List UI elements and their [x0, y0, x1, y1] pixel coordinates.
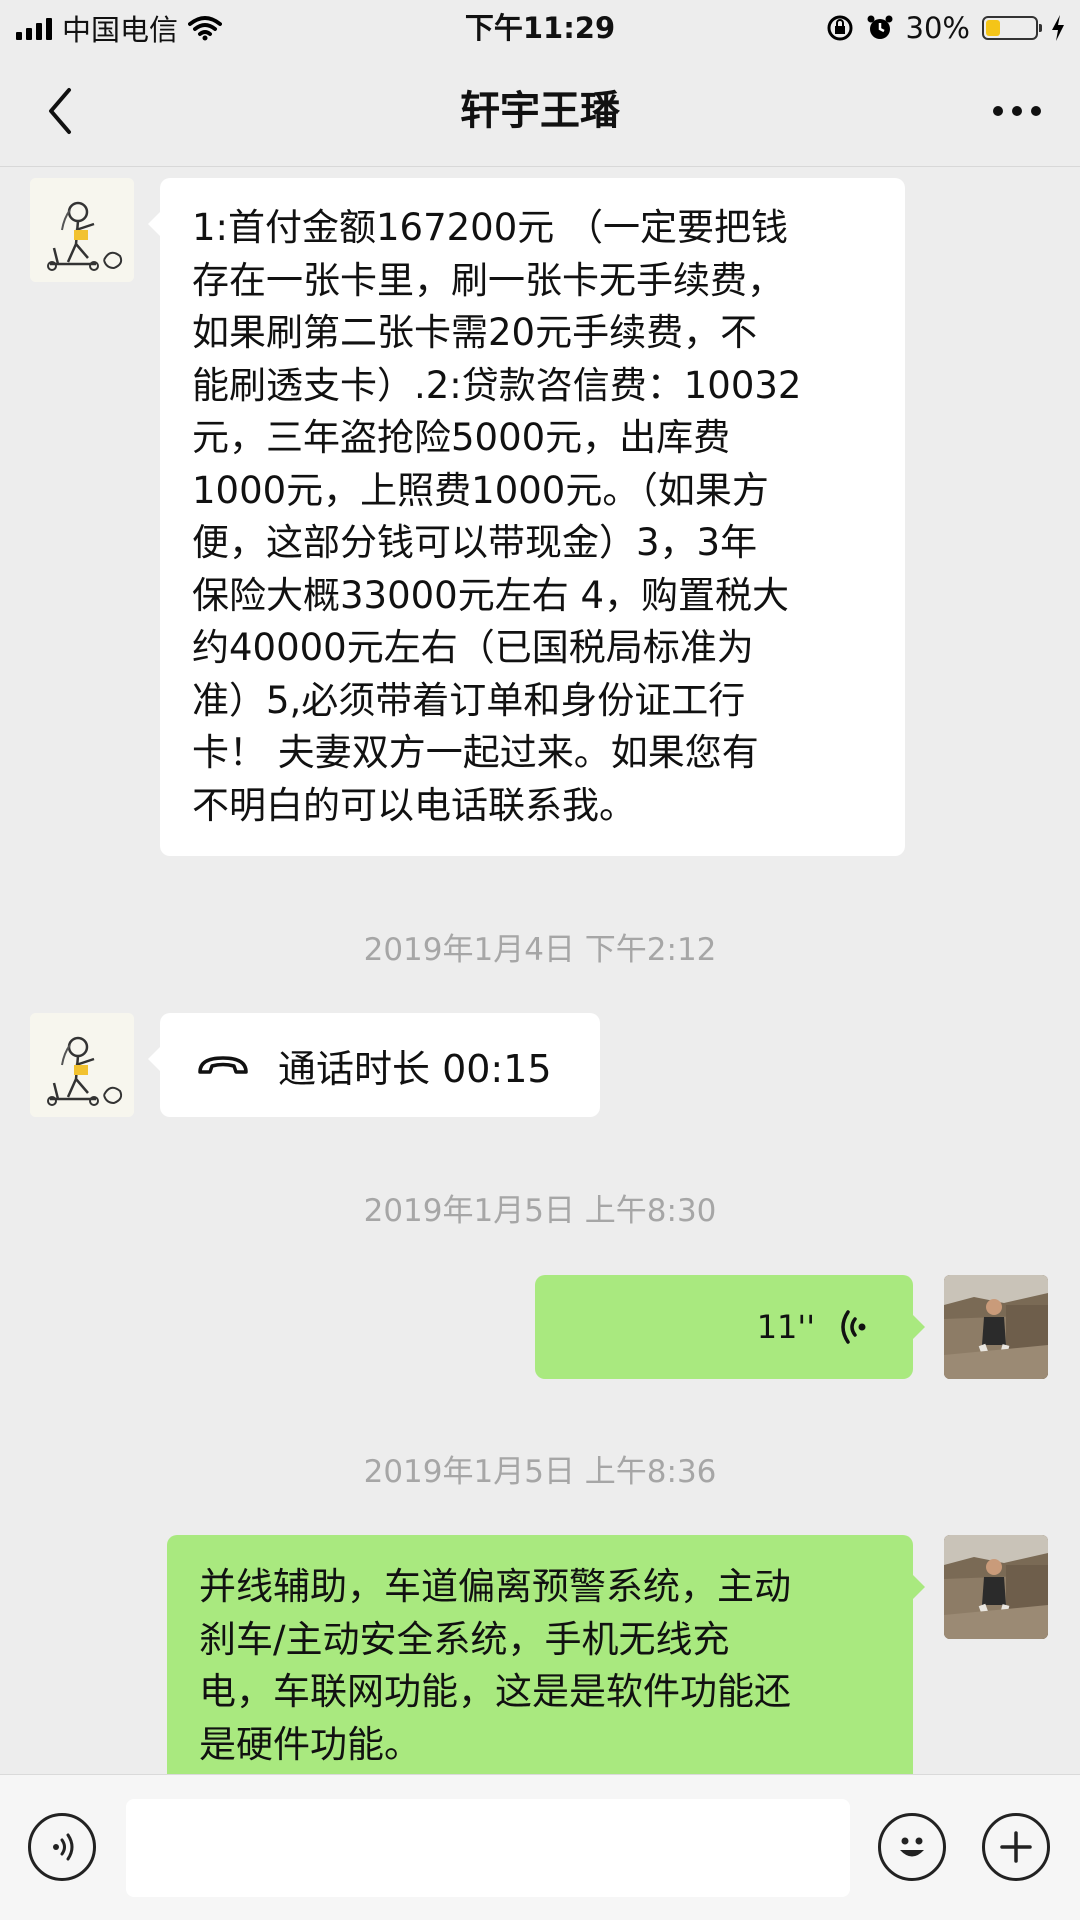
voice-input-icon	[53, 1833, 74, 1861]
battery-percent: 30%	[905, 11, 970, 45]
voice-wave-icon	[841, 1310, 866, 1344]
battery-fill	[986, 20, 1001, 36]
alarm-icon	[867, 15, 893, 39]
timestamp: 2019年1月5日 上午8:36	[363, 1454, 717, 1490]
voice-input-button[interactable]	[28, 1813, 96, 1881]
message-text: 并线辅助，车道偏离预警系统，主动 刹车/主动安全系统，手机无线充 电，车联网功能…	[199, 1565, 791, 1766]
phone-hangup-icon	[198, 1056, 248, 1074]
avatar-self[interactable]	[944, 1535, 1048, 1639]
avatar-contact[interactable]	[30, 178, 134, 282]
emoji-icon	[900, 1837, 924, 1857]
avatar-drawing	[30, 178, 134, 282]
avatar-self[interactable]	[944, 1275, 1048, 1379]
call-record-bubble[interactable]: 通话时长 00:15	[148, 1013, 600, 1117]
avatar-contact[interactable]	[30, 1013, 134, 1117]
voice-message-row: 11''	[535, 1275, 913, 1379]
voice-duration: 11''	[756, 1308, 815, 1346]
battery-icon	[982, 16, 1042, 40]
chat-title: 轩宇王璠	[460, 88, 620, 134]
voice-message-bubble[interactable]: 11''	[535, 1275, 925, 1379]
avatar-drawing	[30, 1013, 134, 1117]
input-bar	[0, 1774, 1080, 1920]
message-bubble-outgoing[interactable]: 并线辅助，车道偏离预警系统，主动 刹车/主动安全系统，手机无线充 电，车联网功能…	[167, 1535, 925, 1780]
message-input[interactable]	[126, 1799, 850, 1897]
message-text: 1:首付金额167200元 （一定要把钱 存在一张卡里，刷一张卡无手续费， 如果…	[192, 206, 802, 827]
status-bar: 中国电信 下午11:29 30%	[0, 0, 1080, 56]
avatar-photo	[944, 1275, 1048, 1379]
call-record-row: 通话时长 00:15	[160, 1013, 600, 1117]
charging-bolt-icon	[1052, 15, 1064, 41]
status-right: 30%	[826, 8, 1066, 48]
nav-bar: 轩宇王璠	[0, 56, 1080, 167]
emoji-button[interactable]	[878, 1813, 946, 1881]
rotation-lock-icon	[827, 15, 853, 41]
more-button[interactable]	[984, 86, 1050, 136]
call-duration-text: 通话时长 00:15	[278, 1046, 552, 1091]
more-icon	[993, 106, 1041, 116]
avatar-photo	[944, 1535, 1048, 1639]
plus-icon	[1000, 1831, 1032, 1863]
plus-button[interactable]	[982, 1813, 1050, 1881]
timestamp: 2019年1月5日 上午8:30	[363, 1193, 717, 1229]
message-bubble-incoming[interactable]: 1:首付金额167200元 （一定要把钱 存在一张卡里，刷一张卡无手续费， 如果…	[148, 178, 905, 856]
timestamp: 2019年1月4日 下午2:12	[363, 932, 717, 968]
